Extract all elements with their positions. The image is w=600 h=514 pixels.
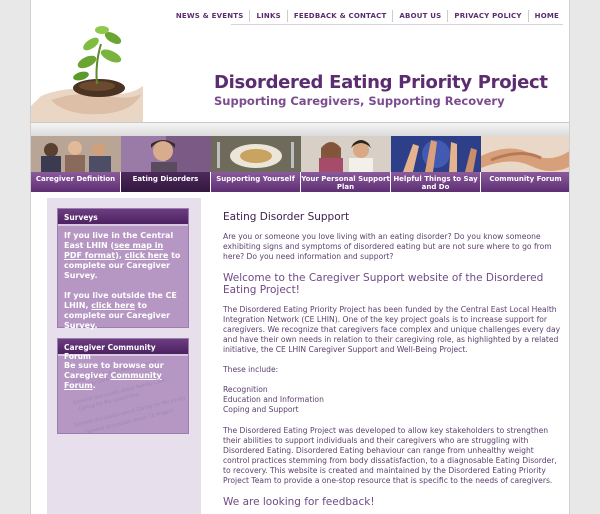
list-item: Recognition (223, 385, 268, 394)
main-content: Eating Disorder Support Are you or someo… (223, 212, 561, 514)
site-title: Disordered Eating Priority Project (214, 72, 548, 93)
surveys-body: If you live in the Central East LHIN (se… (58, 226, 188, 346)
tab-label: Caregiver Definition (31, 172, 121, 192)
portrait-photo-icon (121, 136, 211, 172)
welcome-heading: Welcome to the Caregiver Support website… (223, 272, 544, 296)
survey-paragraph-central-east: If you live in the Central East LHIN (se… (64, 231, 182, 281)
tab-label: Eating Disorders (121, 172, 211, 192)
tab-caregiver-definition[interactable]: Caregiver Definition (31, 136, 121, 192)
tab-eating-disorders[interactable]: Eating Disorders (121, 136, 211, 192)
tab-supporting-yourself[interactable]: Supporting Yourself (211, 136, 301, 192)
project-paragraph: The Disordered Eating Project was develo… (223, 426, 557, 485)
top-nav: NEWS & EVENTS LINKS FEEDBACK & CONTACT A… (170, 10, 565, 22)
nav-divider (231, 24, 563, 25)
site-subtitle: Supporting Caregivers, Supporting Recove… (214, 94, 505, 108)
list-item: Education and Information (223, 395, 324, 404)
nav-feedback-contact[interactable]: FEEDBACK & CONTACT (286, 10, 393, 22)
nav-news-events[interactable]: NEWS & EVENTS (170, 10, 250, 22)
nav-privacy-policy[interactable]: PRIVACY POLICY (447, 10, 527, 22)
section-tabs: Caregiver Definition Eating Disorders Su… (31, 136, 569, 192)
feedback-heading: We are looking for feedback! (223, 496, 375, 508)
intro-paragraph: Are you or someone you love living with … (223, 232, 552, 261)
group-photo-icon (31, 136, 121, 172)
survey-paragraph-outside: If you live outside the CE LHIN, click h… (64, 291, 182, 331)
tab-label: Community Forum (481, 172, 569, 192)
tab-label: Your Personal Support Plan (301, 172, 391, 192)
text: ), (115, 251, 125, 260)
holding-hands-photo-icon (481, 136, 569, 172)
funding-paragraph: The Disordered Eating Priority Project h… (223, 305, 561, 354)
include-label: These include: (223, 365, 279, 374)
forum-box: Caregiver Community Forum General discus… (57, 338, 189, 434)
surveys-box: Surveys If you live in the Central East … (57, 208, 189, 330)
hands-photo-icon (391, 136, 481, 172)
survey-ce-link[interactable]: click here (125, 251, 169, 260)
include-list: Recognition Education and Information Co… (223, 385, 561, 415)
nav-home[interactable]: HOME (527, 10, 565, 22)
header-divider (31, 122, 569, 136)
plate-photo-icon (211, 136, 301, 172)
sidebar: Surveys If you live in the Central East … (47, 198, 201, 514)
two-women-photo-icon (301, 136, 391, 172)
tab-helpful-things[interactable]: Helpful Things to Say and Do (391, 136, 481, 192)
survey-outside-link[interactable]: click here (91, 301, 135, 310)
page: NEWS & EVENTS LINKS FEEDBACK & CONTACT A… (30, 0, 570, 514)
nav-about-us[interactable]: ABOUT US (392, 10, 447, 22)
tab-personal-support-plan[interactable]: Your Personal Support Plan (301, 136, 391, 192)
forum-title: Caregiver Community Forum (58, 339, 188, 361)
list-item: Coping and Support (223, 405, 299, 414)
surveys-title: Surveys (58, 209, 188, 226)
nav-links[interactable]: LINKS (249, 10, 286, 22)
tab-community-forum[interactable]: Community Forum (481, 136, 569, 192)
text: . (92, 381, 96, 390)
tab-label: Supporting Yourself (211, 172, 301, 192)
forum-body: Be sure to browse our Caregiver Communit… (58, 356, 188, 396)
page-heading: Eating Disorder Support (223, 211, 350, 223)
hand-seedling-icon (31, 14, 146, 122)
tab-label: Helpful Things to Say and Do (391, 172, 481, 192)
